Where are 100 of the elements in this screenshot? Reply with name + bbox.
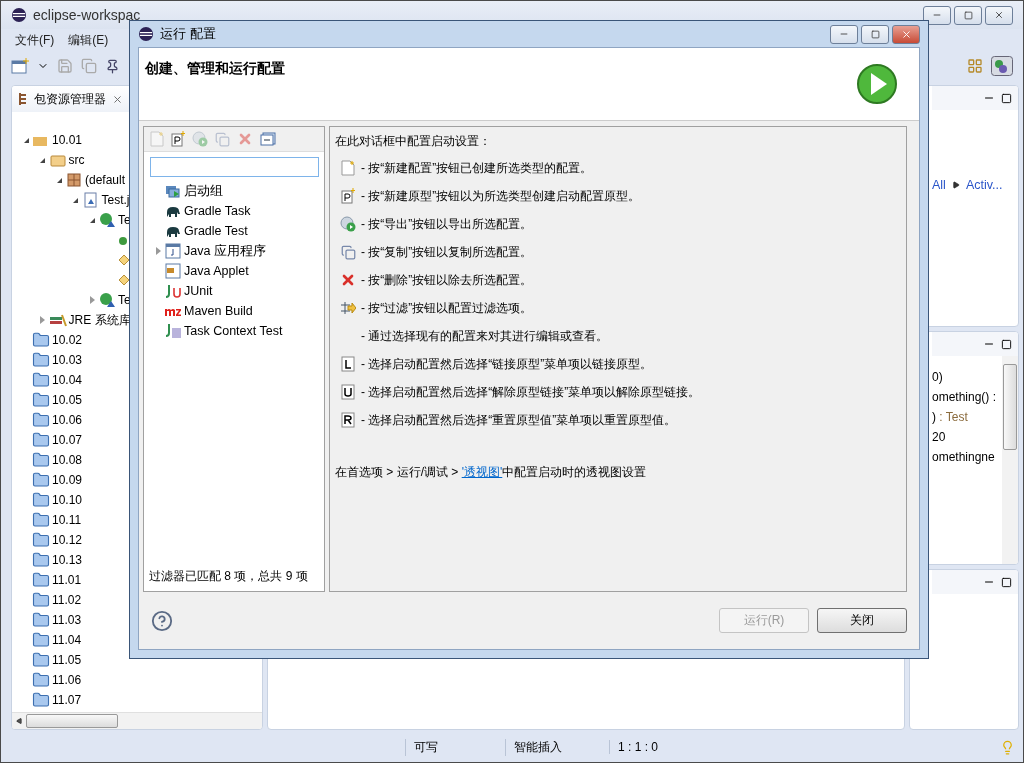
folder-icon xyxy=(32,571,50,589)
tree-item[interactable]: 10.05 xyxy=(52,393,83,407)
new-window-icon[interactable] xyxy=(11,58,29,74)
close-button[interactable] xyxy=(985,5,1013,25)
filter-field[interactable] xyxy=(150,157,319,177)
tree-item[interactable]: (default xyxy=(85,173,126,187)
outline-entry: ) : Test xyxy=(932,410,969,426)
perspective-setting-text: 在首选项 > 运行/调试 > '透视图'中配置启动时的透视图设置 xyxy=(335,464,648,481)
folder-icon xyxy=(32,671,50,689)
tree-item[interactable]: 11.02 xyxy=(52,593,82,607)
dialog-button[interactable]: 关闭 xyxy=(817,608,907,633)
status-field: 智能插入 xyxy=(505,738,609,756)
app-logo-icon xyxy=(11,7,27,23)
junit-icon xyxy=(164,284,182,298)
config-type-item[interactable]: Java Applet xyxy=(184,264,249,278)
active-link[interactable]: Activ... xyxy=(965,178,1003,192)
minimize-button[interactable] xyxy=(830,24,858,44)
config-type-item[interactable]: 启动组 xyxy=(184,182,223,200)
export-icon xyxy=(340,216,356,232)
maximize-button[interactable] xyxy=(954,5,982,25)
explorer-tab[interactable]: 包资源管理器 xyxy=(34,90,106,108)
collapse-arrow[interactable] xyxy=(40,157,45,163)
tree-item[interactable]: 10.13 xyxy=(52,553,83,567)
diamond-icon xyxy=(117,274,130,286)
java-perspective-icon[interactable] xyxy=(991,56,1013,76)
java-file-icon xyxy=(83,192,98,208)
package-folder-icon xyxy=(49,153,66,167)
u-letter-icon xyxy=(341,384,355,400)
config-type-item[interactable]: Gradle Task xyxy=(184,204,251,218)
collapse-arrow[interactable] xyxy=(23,137,29,143)
pin-icon[interactable] xyxy=(105,58,120,74)
applet-icon xyxy=(165,263,181,279)
folder-icon xyxy=(32,611,50,629)
tree-item[interactable]: 11.04 xyxy=(52,633,82,647)
tree-item[interactable]: 10.07 xyxy=(52,433,83,447)
elephant-icon xyxy=(165,204,181,218)
tree-item[interactable]: 10.12 xyxy=(52,533,83,547)
new-document-icon xyxy=(341,160,355,176)
expand-arrow[interactable] xyxy=(40,316,45,324)
dialog-logo-icon xyxy=(138,26,154,42)
tree-item[interactable]: JRE 系统库 xyxy=(68,311,131,329)
config-type-item[interactable]: Java 应用程序 xyxy=(184,242,266,260)
close-icon xyxy=(900,28,912,40)
help-line: - 按“删除”按钮以除去所选配置。 xyxy=(361,271,533,289)
arrow-left-icon[interactable] xyxy=(16,718,22,724)
collapse-arrow[interactable] xyxy=(73,197,78,203)
collapse-arrow[interactable] xyxy=(56,177,62,183)
config-type-item[interactable]: Gradle Test xyxy=(184,224,248,238)
expand-arrow[interactable] xyxy=(89,296,95,304)
tree-item[interactable]: 10.03 xyxy=(52,353,83,367)
vertical-scrollbar[interactable] xyxy=(1002,356,1018,564)
tree-item[interactable]: 10.02 xyxy=(52,333,83,347)
maximize-icon[interactable] xyxy=(1001,338,1012,350)
task-test-icon xyxy=(164,323,182,339)
tree-item[interactable]: 10.11 xyxy=(52,513,82,527)
tree-item[interactable]: 11.07 xyxy=(52,693,82,707)
menu-item[interactable]: 文件(F) xyxy=(15,31,55,49)
outline-entry: 0) xyxy=(932,370,944,386)
elephant-icon xyxy=(165,224,181,238)
circle-icon xyxy=(117,234,130,246)
horizontal-scrollbar[interactable] xyxy=(12,712,262,729)
tree-item[interactable]: src xyxy=(68,153,85,167)
diamond-icon xyxy=(117,254,130,266)
close-tab-icon[interactable] xyxy=(112,93,123,105)
filter-status: 过滤器已匹配 8 项，总共 9 项 xyxy=(148,568,309,585)
all-link[interactable]: All xyxy=(932,178,946,192)
close-icon xyxy=(994,10,1004,20)
help-icon[interactable] xyxy=(151,609,173,632)
tree-item[interactable]: 10.01 xyxy=(52,133,83,147)
tree-item[interactable]: Test.j xyxy=(101,193,130,207)
maximize-button[interactable] xyxy=(861,24,889,44)
menu-item[interactable]: 编辑(E) xyxy=(68,31,109,49)
minimize-button[interactable] xyxy=(923,5,951,25)
perspective-icon[interactable] xyxy=(967,58,983,74)
tree-item[interactable]: 11.06 xyxy=(52,673,82,687)
folder-icon xyxy=(32,471,50,489)
maximize-icon[interactable] xyxy=(1001,92,1012,104)
config-type-item[interactable]: Maven Build xyxy=(184,304,253,318)
tree-item[interactable]: 10.04 xyxy=(52,373,83,387)
config-type-item[interactable]: Task Context Test xyxy=(184,324,283,338)
filter-icon xyxy=(340,300,356,316)
config-type-item[interactable]: JUnit xyxy=(184,284,213,298)
maximize-icon[interactable] xyxy=(1001,576,1012,588)
collapse-arrow[interactable] xyxy=(89,217,95,223)
close-button[interactable] xyxy=(892,24,920,44)
explorer-icon xyxy=(18,92,28,106)
folder-icon xyxy=(32,431,50,449)
tree-item[interactable]: 11.01 xyxy=(52,573,82,587)
tree-item[interactable]: 11.05 xyxy=(52,653,82,667)
folder-icon xyxy=(32,351,50,369)
library-icon xyxy=(48,313,67,327)
tree-item[interactable]: 10.06 xyxy=(52,413,83,427)
tree-item[interactable]: 11.03 xyxy=(52,613,82,627)
tree-item[interactable]: 10.08 xyxy=(52,453,83,467)
tree-item[interactable]: 10.10 xyxy=(52,493,83,507)
tree-item[interactable]: 10.09 xyxy=(52,473,83,487)
folder-icon xyxy=(32,511,50,529)
collapse-all-icon[interactable] xyxy=(260,132,276,146)
expand-arrow[interactable] xyxy=(155,247,161,255)
delete-icon xyxy=(340,272,356,288)
